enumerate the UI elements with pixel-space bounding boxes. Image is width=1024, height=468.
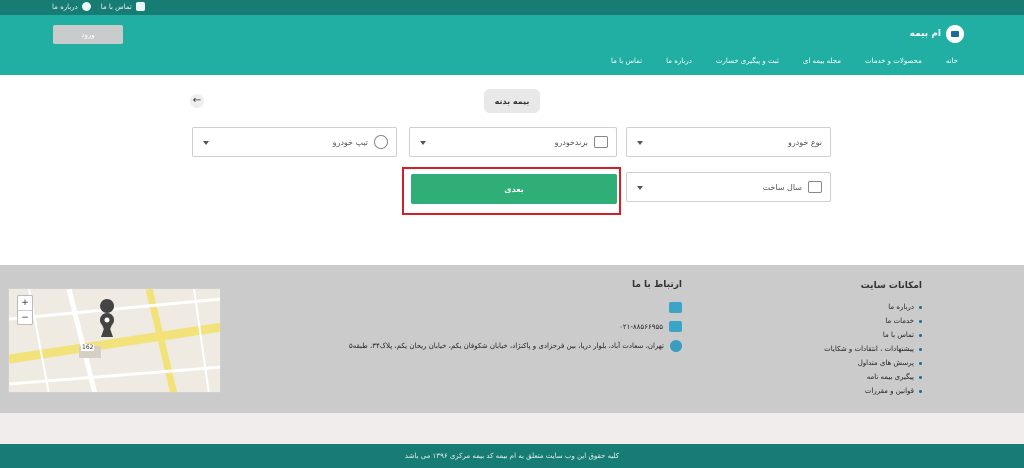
car-brand-select[interactable]: برندخودرو (409, 127, 617, 157)
nav-claims[interactable]: ثبت و پیگیری خسارت (716, 57, 779, 65)
car-model-select[interactable]: تیپ خودرو (192, 127, 397, 157)
nav-home[interactable]: خانه (946, 57, 958, 65)
login-button[interactable]: ورود (53, 25, 123, 44)
info-icon (81, 2, 91, 11)
top-link-about-label: درباره ما (52, 2, 78, 11)
top-strip: تماس با ما درباره ما (0, 0, 1024, 15)
address-text: تهران، سعادت آباد، بلوار دریا، بین فرحزا… (348, 342, 664, 350)
nav-contact[interactable]: تماس با ما (611, 57, 642, 65)
footer-link-feedback[interactable]: پیشنهادات ، انتقادات و شکایات (824, 345, 922, 353)
footer-link-rules[interactable]: قوانین و مقررات (824, 387, 922, 395)
footer-features: امکانات سایت درباره ما خدمات ما تماس با … (824, 281, 922, 401)
top-link-about[interactable]: درباره ما (52, 2, 91, 11)
nav-products[interactable]: محصولات و خدمات (865, 57, 922, 65)
steering-wheel-icon (374, 135, 388, 149)
back-arrow-icon[interactable]: ← (190, 94, 204, 108)
contact-address: تهران، سعادت آباد، بلوار دریا، بین فرحزا… (349, 340, 682, 352)
build-year-label: سال ساخت (762, 182, 802, 192)
top-links: تماس با ما درباره ما (52, 2, 145, 11)
features-title: امکانات سایت (860, 281, 922, 291)
car-type-select[interactable]: نوع خودرو (626, 127, 831, 157)
location-map[interactable]: + − 162 (8, 288, 221, 393)
map-road-label: 162 (81, 344, 95, 351)
footer-link-tracking[interactable]: پیگیری بیمه نامه (824, 373, 922, 381)
top-link-contact[interactable]: تماس با ما (101, 2, 145, 11)
brand-logo[interactable]: ام بیمه (910, 25, 964, 43)
footer-contact: ارتباط با ما ۰۲۱-۸۸۵۶۶۹۵۵ تهران، سعادت آ… (349, 280, 682, 360)
contact-title: ارتباط با ما (631, 280, 682, 290)
car-brand-label: برندخودرو (554, 137, 588, 147)
car-model-label: تیپ خودرو (332, 137, 368, 147)
calendar-icon (808, 181, 822, 193)
header: ام بیمه ورود خانه محصولات و خدمات مجله ب… (0, 15, 1024, 75)
nav-magazine[interactable]: مجله بیمه ای (803, 57, 841, 65)
top-link-contact-label: تماس با ما (100, 2, 132, 11)
map-zoom-control: + − (17, 295, 33, 325)
main-nav: خانه محصولات و خدمات مجله بیمه ای ثبت و … (611, 57, 958, 65)
footer-link-contact[interactable]: تماس با ما (824, 331, 922, 339)
footer-link-faq[interactable]: پرسش های متداول (824, 359, 922, 367)
map-zoom-in-button[interactable]: + (18, 296, 32, 310)
envelope-icon (669, 302, 682, 313)
map-zoom-out-button[interactable]: − (18, 310, 32, 324)
page-title-chip: بیمه بدنه (484, 89, 540, 113)
car-icon (594, 136, 608, 148)
brand-name: ام بیمه (909, 29, 941, 39)
footer-link-about[interactable]: درباره ما (824, 303, 922, 311)
contact-email[interactable] (349, 302, 682, 313)
copyright-bar: کلیه حقوق این وب سایت متعلق به ام بیمه ک… (0, 444, 1024, 468)
next-button[interactable]: بعدی (411, 174, 617, 204)
chevron-down-icon (637, 141, 643, 145)
footer-link-services[interactable]: خدمات ما (824, 317, 922, 325)
location-pin-icon (670, 340, 682, 352)
next-button-highlight: بعدی (402, 167, 621, 215)
nav-about[interactable]: درباره ما (666, 57, 692, 65)
phone-icon (669, 321, 682, 332)
chevron-down-icon (420, 141, 426, 145)
logo-icon (946, 25, 964, 43)
chevron-down-icon (203, 141, 209, 145)
copyright-text: کلیه حقوق این وب سایت متعلق به ام بیمه ک… (404, 452, 620, 460)
mail-icon (135, 2, 145, 11)
contact-phone: ۰۲۱-۸۸۵۶۶۹۵۵ (349, 321, 682, 332)
car-type-label: نوع خودرو (787, 137, 822, 147)
map-drawing (9, 289, 220, 392)
chevron-down-icon (637, 186, 643, 190)
footer-spacer (0, 413, 1024, 444)
phone-number: ۰۲۱-۸۸۵۶۶۹۵۵ (619, 322, 663, 331)
build-year-select[interactable]: سال ساخت (626, 172, 831, 202)
